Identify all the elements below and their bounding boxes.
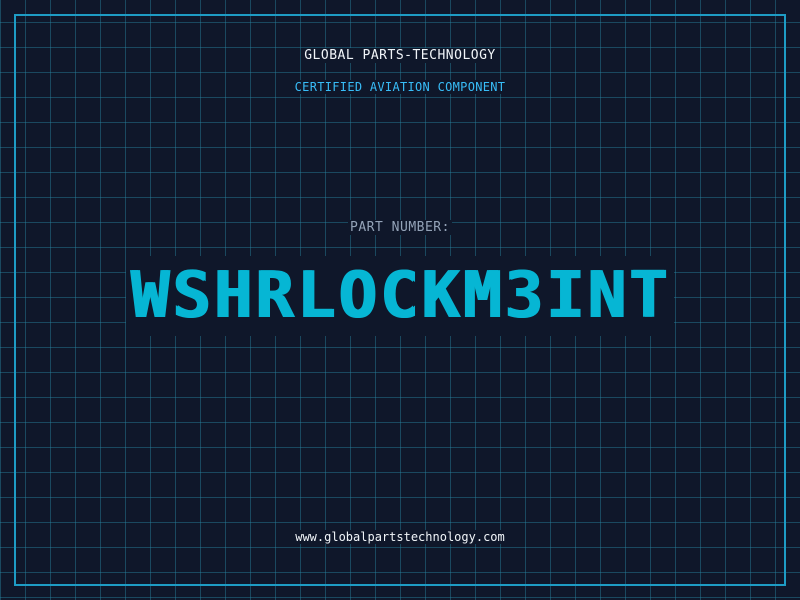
company-name: GLOBAL PARTS-TECHNOLOGY bbox=[0, 48, 800, 63]
website-url-text: www.globalpartstechnology.com bbox=[293, 530, 507, 544]
tagline-text: CERTIFIED AVIATION COMPONENT bbox=[292, 80, 508, 94]
part-number-label-text: PART NUMBER: bbox=[348, 220, 452, 235]
part-number: WSHRLOCKM3INT bbox=[0, 256, 800, 336]
certification-tagline: CERTIFIED AVIATION COMPONENT bbox=[0, 80, 800, 94]
company-name-text: GLOBAL PARTS-TECHNOLOGY bbox=[302, 48, 498, 63]
part-label-card: GLOBAL PARTS-TECHNOLOGY CERTIFIED AVIATI… bbox=[0, 0, 800, 600]
website-url: www.globalpartstechnology.com bbox=[0, 530, 800, 544]
part-number-label: PART NUMBER: bbox=[0, 220, 800, 235]
part-number-value: WSHRLOCKM3INT bbox=[126, 256, 674, 336]
